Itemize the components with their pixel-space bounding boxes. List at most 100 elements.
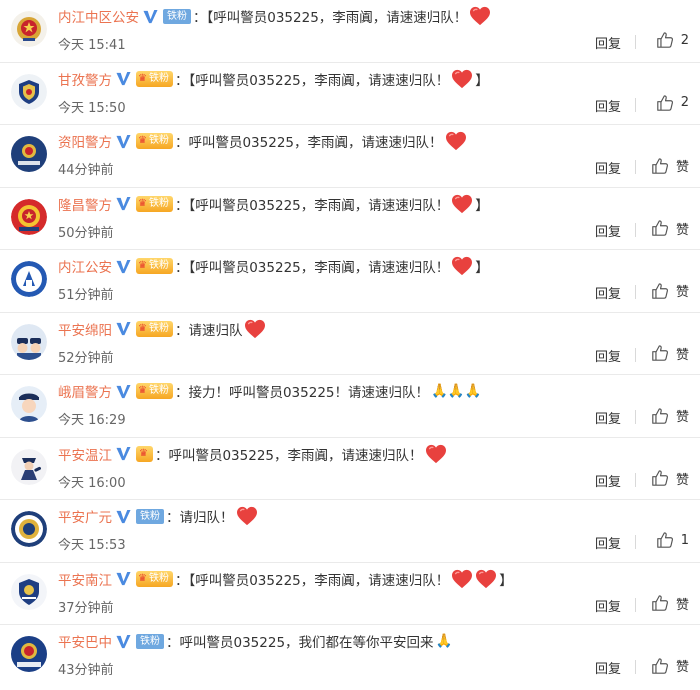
username-link[interactable]: 内江公安 <box>58 256 112 276</box>
member-badge[interactable]: ♛ <box>136 445 153 462</box>
fan-badge[interactable]: ♛ 铁粉 <box>136 195 173 212</box>
fan-badge[interactable]: ♛ 铁粉 <box>136 133 173 149</box>
verified-icon[interactable] <box>115 321 132 336</box>
like-button[interactable]: 赞 <box>651 344 689 363</box>
like-button[interactable]: 赞 <box>651 219 689 238</box>
reply-button[interactable]: 回复 <box>595 283 621 302</box>
avatar[interactable] <box>11 11 47 47</box>
comment-list: 内江中区公安 铁粉 ：【呼叫警员035225，李雨阗，请速速归队！ 今天 15:… <box>0 0 700 688</box>
fan-badge[interactable]: ♛ 铁粉 <box>136 70 173 87</box>
reply-button[interactable]: 回复 <box>595 596 621 615</box>
fan-badge[interactable]: 铁粉 <box>163 8 191 24</box>
avatar[interactable] <box>11 386 47 422</box>
verified-icon[interactable] <box>115 446 132 461</box>
fan-badge[interactable]: ♛ 铁粉 <box>136 383 173 399</box>
like-button[interactable]: 赞 <box>651 406 689 425</box>
comment-time: 44分钟前 <box>58 163 114 178</box>
like-button[interactable]: 2 <box>656 31 689 49</box>
divider <box>635 472 636 487</box>
comment-body: 甘孜警方 ♛ 铁粉 ：【呼叫警员035225，李雨阗，请速速归队！ 】 <box>58 68 690 90</box>
like-button[interactable]: 赞 <box>651 156 689 175</box>
heart-emoji-icon <box>475 569 497 589</box>
thumbs-up-icon <box>651 157 669 175</box>
reply-button[interactable]: 回复 <box>595 471 621 490</box>
like-count: 2 <box>680 32 689 48</box>
like-button[interactable]: 1 <box>656 531 689 549</box>
comment-body: 内江公安 ♛ 铁粉 ：【呼叫警员035225，李雨阗，请速速归队！ 】 <box>58 255 690 277</box>
username-link[interactable]: 峨眉警方 <box>58 381 112 401</box>
username-link[interactable]: 资阳警方 <box>58 131 112 151</box>
comment-item: 平安温江 ♛ ：呼叫警员035225，李雨阗，请速速归队！ 今天 16:00 回… <box>0 438 700 500</box>
verified-icon[interactable] <box>115 509 132 524</box>
like-count: 赞 <box>675 160 689 175</box>
reply-button[interactable]: 回复 <box>595 33 621 52</box>
thumbs-up-icon <box>651 469 669 487</box>
fan-badge[interactable]: ♛ 铁粉 <box>136 258 173 274</box>
comment-item: 平安绵阳 ♛ 铁粉 ：请速归队 52分钟前 回复 赞 <box>0 313 700 375</box>
verified-icon[interactable] <box>115 134 132 149</box>
like-count: 赞 <box>675 285 689 300</box>
like-count: 赞 <box>675 410 689 425</box>
avatar[interactable] <box>11 73 47 110</box>
avatar[interactable] <box>11 198 47 235</box>
comment-item: 甘孜警方 ♛ 铁粉 ：【呼叫警员035225，李雨阗，请速速归队！ 】 今天 15… <box>0 63 700 125</box>
username-link[interactable]: 平安巴中 <box>58 631 112 651</box>
comment-time: 52分钟前 <box>58 350 114 366</box>
username-link[interactable]: 隆昌警方 <box>58 194 112 214</box>
avatar[interactable] <box>11 448 47 485</box>
verified-icon[interactable] <box>115 571 132 586</box>
like-button[interactable]: 2 <box>656 94 689 112</box>
avatar[interactable] <box>11 511 47 547</box>
fan-badge[interactable]: ♛ 铁粉 <box>136 320 173 337</box>
username-link[interactable]: 平安温江 <box>58 444 112 464</box>
like-button[interactable]: 赞 <box>651 594 689 613</box>
reply-button[interactable]: 回复 <box>595 96 621 115</box>
like-count: 赞 <box>675 597 689 613</box>
divider <box>635 410 636 424</box>
verified-icon[interactable] <box>115 259 132 274</box>
username-link[interactable]: 平安绵阳 <box>58 319 112 339</box>
thumbs-up-icon <box>651 219 669 237</box>
reply-button[interactable]: 回复 <box>595 408 621 427</box>
username-link[interactable]: 内江中区公安 <box>58 6 139 26</box>
avatar[interactable] <box>11 636 47 672</box>
comment-item: 平安广元 铁粉 ：请归队！ 今天 15:53 回复 1 <box>0 500 700 563</box>
verified-icon[interactable] <box>142 9 159 24</box>
reply-button[interactable]: 回复 <box>595 658 621 677</box>
like-button[interactable]: 赞 <box>651 656 689 675</box>
heart-emoji-icon <box>244 319 266 339</box>
username-link[interactable]: 甘孜警方 <box>58 69 112 89</box>
verified-icon[interactable] <box>115 384 132 399</box>
comment-body: 平安广元 铁粉 ：请归队！ <box>58 505 690 527</box>
heart-emoji-icon <box>236 506 258 526</box>
fan-badge[interactable]: 铁粉 <box>136 508 164 524</box>
verified-icon[interactable] <box>115 196 132 211</box>
avatar[interactable] <box>11 261 47 297</box>
fan-badge[interactable]: ♛ 铁粉 <box>136 570 173 587</box>
thumbs-up-icon <box>651 657 669 675</box>
reply-button[interactable]: 回复 <box>595 533 621 552</box>
comment-text: ：接力！呼叫警员035225！请速速归队！ <box>174 385 430 401</box>
comment-body: 内江中区公安 铁粉 ：【呼叫警员035225，李雨阗，请速速归队！ <box>58 5 690 27</box>
divider <box>635 535 636 549</box>
thumbs-up-icon <box>656 94 674 112</box>
comment-text: ：【呼叫警员035225，李雨阗，请速速归队！ <box>193 10 468 26</box>
reply-button[interactable]: 回复 <box>595 158 621 177</box>
comment-text-suffix: 】 <box>475 72 489 89</box>
like-button[interactable]: 赞 <box>651 281 689 300</box>
verified-icon[interactable] <box>115 71 132 86</box>
comment-text: ：呼叫警员035225，我们都在等你平安回来 <box>166 635 434 651</box>
verified-icon[interactable] <box>115 634 132 649</box>
avatar[interactable] <box>11 573 47 610</box>
avatar[interactable] <box>11 323 47 360</box>
reply-button[interactable]: 回复 <box>595 346 621 365</box>
avatar[interactable] <box>11 136 47 172</box>
username-link[interactable]: 平安广元 <box>58 506 112 526</box>
comment-body: 平安温江 ♛ ：呼叫警员035225，李雨阗，请速速归队！ <box>58 443 690 465</box>
reply-button[interactable]: 回复 <box>595 221 621 240</box>
thumbs-up-icon <box>651 594 669 612</box>
like-button[interactable]: 赞 <box>651 469 689 488</box>
fan-badge[interactable]: 铁粉 <box>136 633 164 649</box>
username-link[interactable]: 平安南江 <box>58 569 112 589</box>
divider <box>635 97 636 112</box>
